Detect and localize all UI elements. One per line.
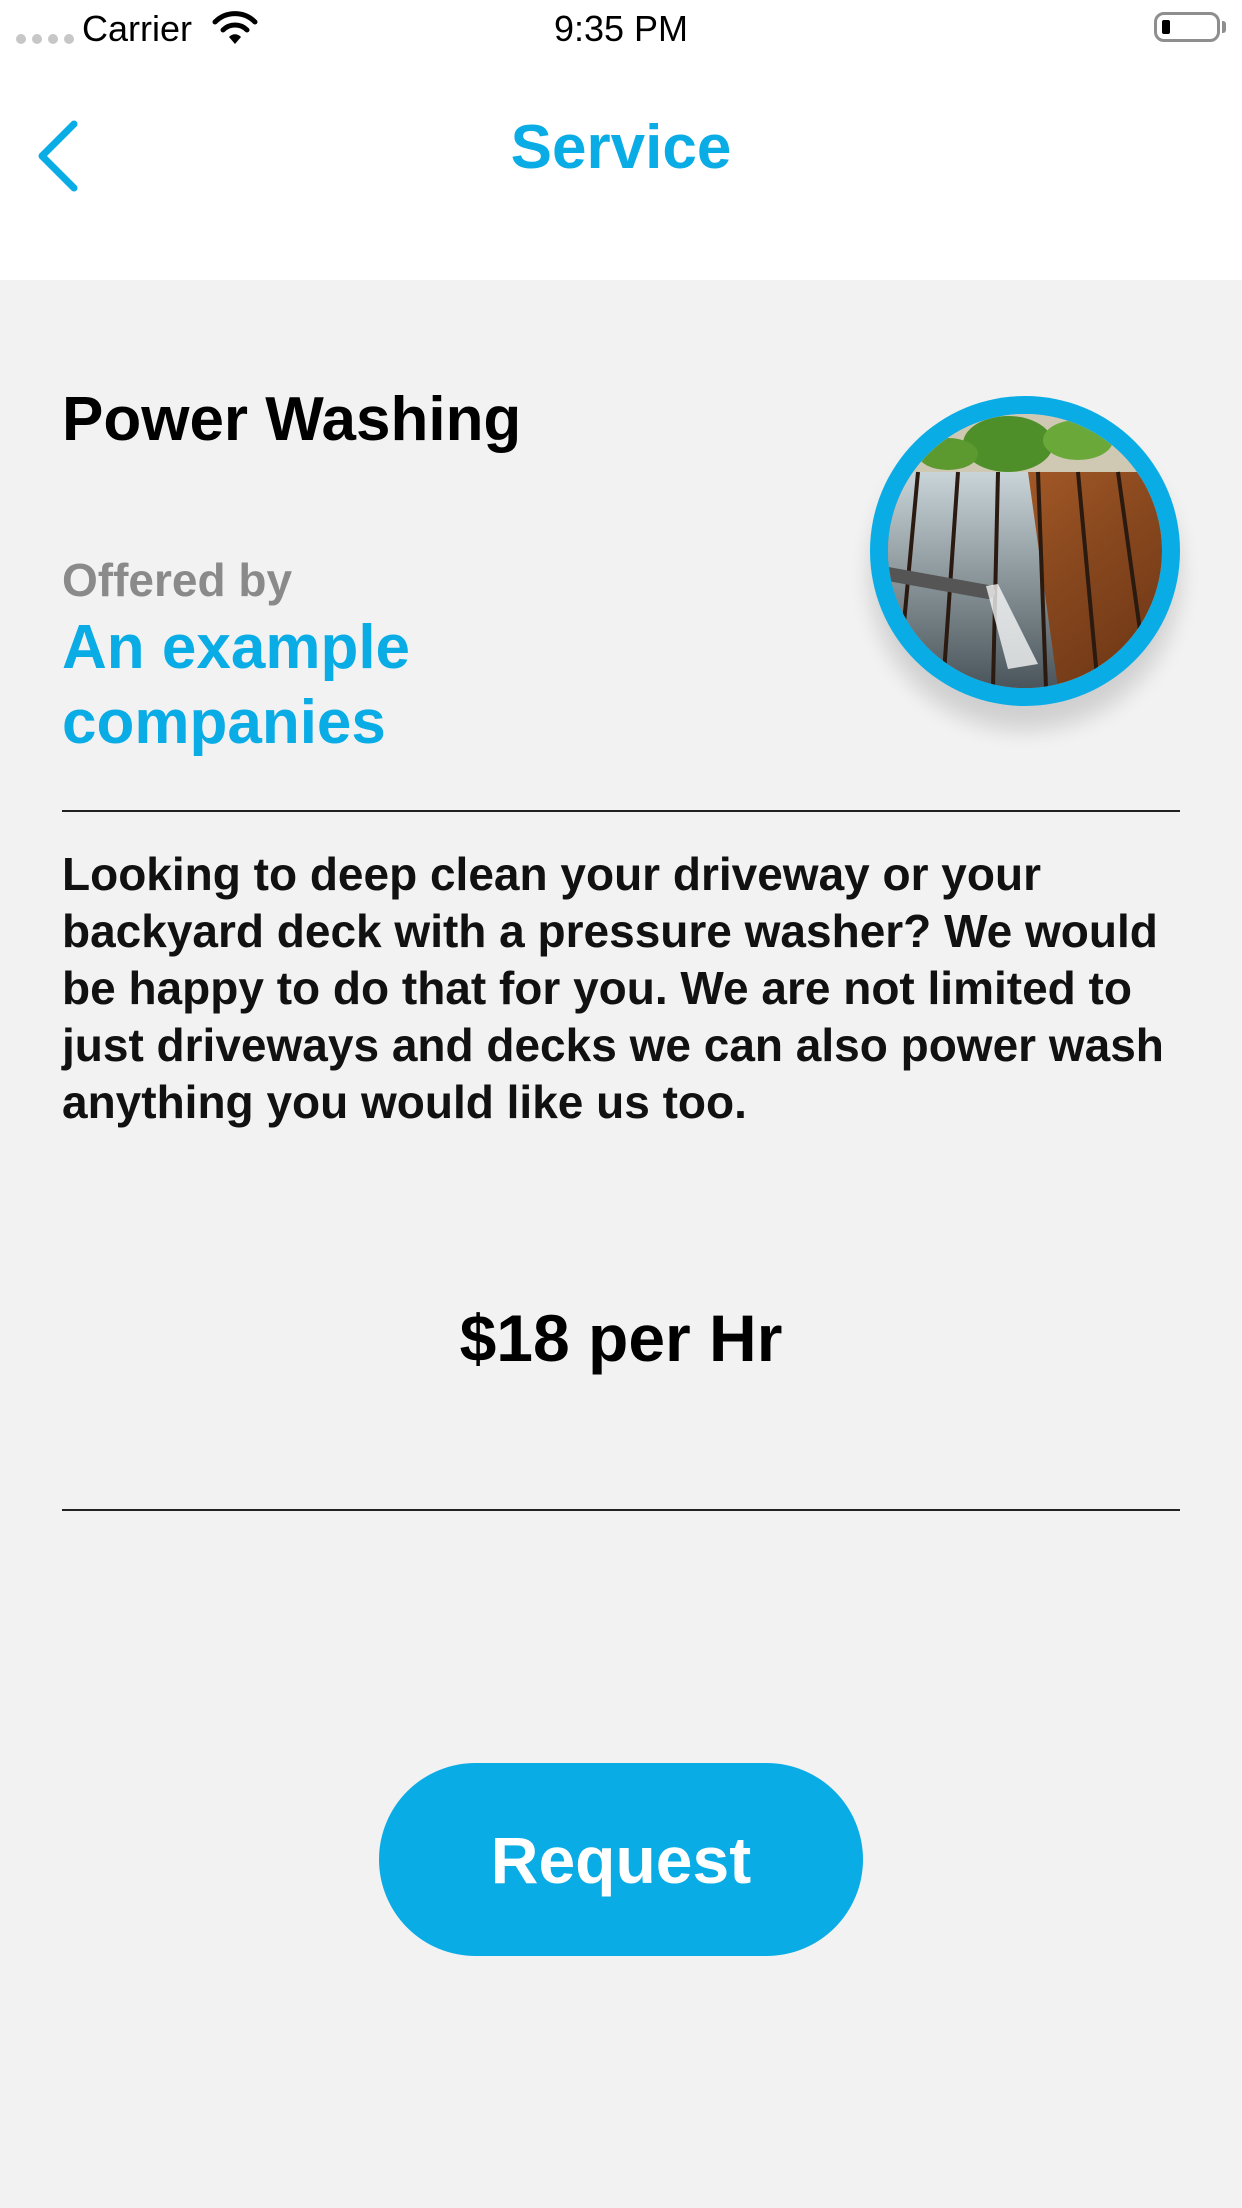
offered-by-label: Offered by <box>62 554 293 606</box>
status-time: 9:35 PM <box>553 8 689 49</box>
battery-nub <box>1222 21 1226 33</box>
battery-icon <box>1154 12 1220 42</box>
request-button[interactable]: Request <box>379 1763 863 1956</box>
navigation-bar: Service <box>0 60 1242 280</box>
service-title: Power Washing <box>62 385 522 454</box>
company-link[interactable]: An example companies <box>62 610 622 760</box>
power-washing-photo <box>888 414 1162 688</box>
status-bar: Carrier 9:35 PM <box>0 0 1242 60</box>
service-description: Looking to deep clean your driveway or y… <box>62 848 1164 1128</box>
service-image <box>870 396 1180 706</box>
service-price: $18 per Hr <box>459 1301 783 1375</box>
bottom-divider <box>62 1509 1180 1511</box>
page-title: Service <box>510 113 732 182</box>
top-divider <box>62 810 1180 812</box>
